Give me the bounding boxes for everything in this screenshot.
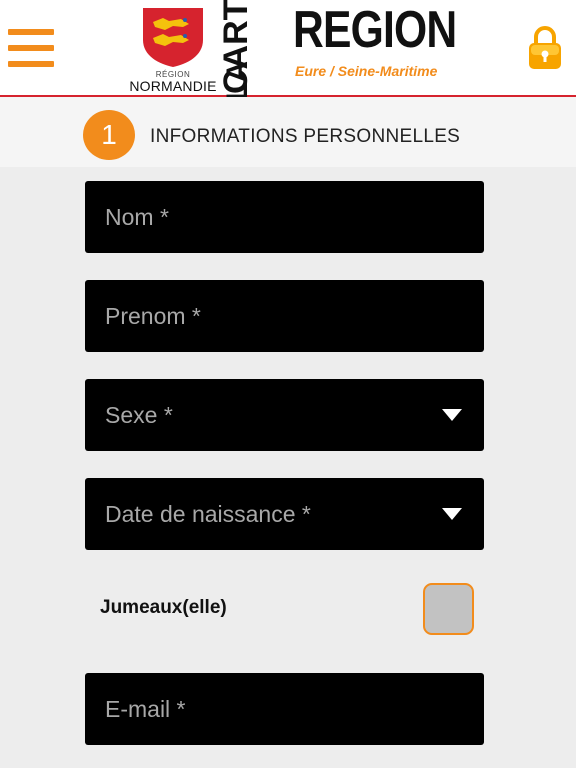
- menu-bar: [8, 45, 54, 51]
- menu-bar: [8, 29, 54, 35]
- email-input[interactable]: [85, 673, 484, 745]
- hamburger-menu-icon[interactable]: [8, 29, 54, 67]
- date-naissance-select-label: Date de naissance *: [105, 501, 311, 527]
- prenom-input[interactable]: [85, 280, 484, 352]
- brand-subtitle: Eure / Seine-Maritime: [295, 63, 438, 79]
- region-name-label: NORMANDIE: [129, 78, 217, 94]
- sexe-select[interactable]: Sexe *: [85, 379, 484, 451]
- email-field[interactable]: [85, 673, 484, 745]
- brand-title: REGION: [293, 1, 457, 59]
- jumeaux-label: Jumeaux(elle): [100, 597, 227, 618]
- dropdown-arrow-icon: [442, 409, 462, 421]
- dropdown-arrow-icon: [442, 508, 462, 520]
- padlock-icon[interactable]: [527, 24, 563, 70]
- step-number-badge: 1: [83, 110, 135, 160]
- app-header: RÉGION NORMANDIE CARTE LA REGION Eure / …: [0, 0, 576, 101]
- normandie-shield-icon: [143, 8, 203, 67]
- prenom-field[interactable]: [85, 280, 484, 352]
- sexe-select-label: Sexe *: [105, 402, 173, 428]
- carte-region-logo: RÉGION NORMANDIE CARTE LA REGION Eure / …: [128, 0, 457, 101]
- nom-input[interactable]: [85, 181, 484, 253]
- menu-bar: [8, 61, 54, 67]
- jumeaux-checkbox[interactable]: [423, 583, 474, 635]
- la-text: LA: [221, 61, 254, 101]
- nom-field[interactable]: [85, 181, 484, 253]
- date-naissance-select[interactable]: Date de naissance *: [85, 478, 484, 550]
- section-title: INFORMATIONS PERSONNELLES: [150, 126, 461, 147]
